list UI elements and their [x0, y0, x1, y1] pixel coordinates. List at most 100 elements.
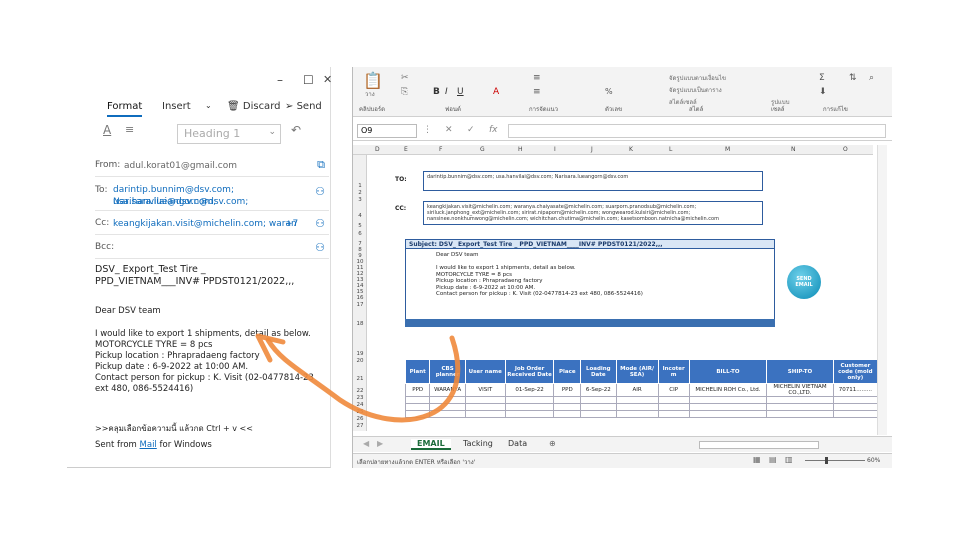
table-header[interactable]: BILL-TO: [688, 359, 768, 384]
sheet-tab-data[interactable]: Data: [508, 439, 527, 448]
find-icon[interactable]: ⌕: [869, 73, 874, 83]
table-cell[interactable]: [615, 410, 659, 418]
table-header[interactable]: Plant: [404, 359, 431, 384]
row-header[interactable]: 24: [353, 402, 367, 408]
row-header[interactable]: 3: [353, 197, 367, 203]
chevron-down-icon[interactable]: ⌄: [205, 101, 212, 110]
row-header[interactable]: 18: [353, 321, 367, 327]
cond-format-button[interactable]: จัดรูปแบบตามเงื่อนไข: [669, 73, 726, 83]
sheet-grid[interactable]: TO: darintip.bunnim@dsv.com; usa.hanvila…: [367, 155, 887, 431]
row-header[interactable]: 5: [353, 223, 367, 229]
table-cell[interactable]: [615, 403, 659, 411]
to-value-line2[interactable]: Narisara.lueangorn@dsv.com;: [113, 196, 248, 208]
column-header[interactable]: N: [791, 146, 796, 153]
table-cell[interactable]: [553, 410, 582, 418]
table-cell[interactable]: [580, 396, 617, 404]
column-header[interactable]: I: [554, 146, 556, 153]
add-contact-icon[interactable]: ⚇: [315, 241, 325, 254]
confirm-icon[interactable]: ✓: [467, 125, 475, 135]
table-cell[interactable]: [657, 403, 690, 411]
undo-icon[interactable]: ↶: [291, 123, 301, 137]
underline-icon[interactable]: U: [457, 87, 464, 97]
tab-insert[interactable]: Insert: [162, 101, 191, 112]
formula-input[interactable]: [508, 124, 886, 138]
table-cell[interactable]: [766, 410, 834, 418]
table-cell[interactable]: CIP: [657, 383, 690, 397]
discard-button[interactable]: 🗑 Discard: [227, 101, 280, 112]
paste-icon[interactable]: 📋: [363, 71, 383, 90]
table-cell[interactable]: [404, 403, 431, 411]
column-header[interactable]: K: [629, 146, 633, 153]
table-header[interactable]: User name: [464, 359, 506, 384]
table-header[interactable]: Job Order Received Date: [504, 359, 555, 384]
table-cell[interactable]: [504, 403, 555, 411]
column-header[interactable]: O: [843, 146, 848, 153]
row-header[interactable]: 20: [353, 358, 367, 364]
zoom-slider[interactable]: [805, 460, 865, 461]
table-cell[interactable]: [464, 403, 506, 411]
mail-greeting[interactable]: Dear DSV team: [95, 306, 161, 317]
font-color-icon[interactable]: A: [103, 123, 111, 137]
cut-icon[interactable]: ✂: [401, 73, 409, 83]
horizontal-scrollbar[interactable]: [699, 441, 819, 449]
cc-more-badge[interactable]: +7: [285, 218, 298, 230]
table-cell[interactable]: [429, 410, 466, 418]
mail-body[interactable]: I would like to export 1 shipments, deta…: [95, 329, 327, 395]
mail-link[interactable]: Mail: [140, 440, 157, 450]
table-cell[interactable]: MICHELIN VIETNAM CO.,LTD.: [766, 383, 834, 397]
table-cell[interactable]: [766, 403, 834, 411]
open-window-icon[interactable]: ⧉: [317, 158, 325, 172]
table-header[interactable]: SHIP-TO: [766, 359, 834, 384]
column-header[interactable]: F: [439, 146, 442, 153]
table-cell[interactable]: 70711.........: [832, 383, 879, 397]
table-cell[interactable]: 6-Sep-22: [580, 383, 617, 397]
page-layout-icon[interactable]: ▤: [769, 455, 777, 464]
row-header[interactable]: 19: [353, 351, 367, 357]
table-cell[interactable]: [553, 396, 582, 404]
table-cell[interactable]: [832, 403, 879, 411]
table-cell[interactable]: VISIT: [464, 383, 506, 397]
add-contact-icon[interactable]: ⚇: [315, 217, 325, 230]
maximize-icon[interactable]: ☐: [303, 73, 314, 87]
sheet-tab-email[interactable]: EMAIL: [411, 439, 451, 450]
table-header[interactable]: Customer code (mold only): [832, 359, 879, 384]
italic-icon[interactable]: I: [445, 87, 448, 97]
table-cell[interactable]: [688, 403, 768, 411]
email-body-cell[interactable]: Dear DSV team I would like to export 1 s…: [405, 249, 775, 325]
row-header[interactable]: 6: [353, 231, 367, 237]
sort-filter-icon[interactable]: ⇅: [849, 73, 857, 83]
to-cell[interactable]: darintip.bunnim@dsv.com; usa.hanvilai@ds…: [423, 171, 763, 191]
zoom-level[interactable]: 60%: [867, 457, 880, 464]
chevron-left-icon[interactable]: ◀: [363, 439, 369, 448]
paragraph-icon[interactable]: ≡: [125, 123, 134, 136]
subject-field[interactable]: DSV_ Export_Test Tire _ PPD_VIETNAM___IN…: [95, 264, 305, 288]
table-cell[interactable]: PPD: [404, 383, 431, 397]
table-cell[interactable]: [429, 396, 466, 404]
font-color-icon[interactable]: A: [493, 87, 499, 97]
minimize-icon[interactable]: –: [277, 73, 283, 87]
subject-cell[interactable]: Subject: DSV_ Export_Test Tire _ PPD_VIE…: [405, 239, 775, 249]
table-cell[interactable]: MICHELIN ROH Co., Ltd.: [688, 383, 768, 397]
table-cell[interactable]: [766, 396, 834, 404]
table-cell[interactable]: [832, 396, 879, 404]
column-header[interactable]: D: [375, 146, 380, 153]
zoom-slider-thumb[interactable]: [825, 457, 828, 464]
copy-icon[interactable]: ⎘: [401, 87, 408, 97]
column-header[interactable]: E: [404, 146, 408, 153]
chevron-right-icon[interactable]: ▶: [377, 439, 383, 448]
add-contact-icon[interactable]: ⚇: [315, 185, 325, 198]
vertical-scrollbar[interactable]: [877, 145, 887, 435]
add-sheet-icon[interactable]: ⊕: [549, 439, 556, 448]
table-cell[interactable]: [464, 396, 506, 404]
more-icon[interactable]: ⋮: [423, 125, 432, 135]
row-header[interactable]: 25: [353, 409, 367, 415]
table-cell[interactable]: [657, 410, 690, 418]
bold-icon[interactable]: B: [433, 87, 440, 97]
table-cell[interactable]: AIR: [615, 383, 659, 397]
row-header[interactable]: 16: [353, 295, 367, 301]
table-header[interactable]: CBS planner: [429, 359, 466, 384]
table-cell[interactable]: [504, 396, 555, 404]
row-header[interactable]: 2: [353, 190, 367, 196]
table-cell[interactable]: [688, 396, 768, 404]
row-header[interactable]: 21: [353, 376, 367, 382]
